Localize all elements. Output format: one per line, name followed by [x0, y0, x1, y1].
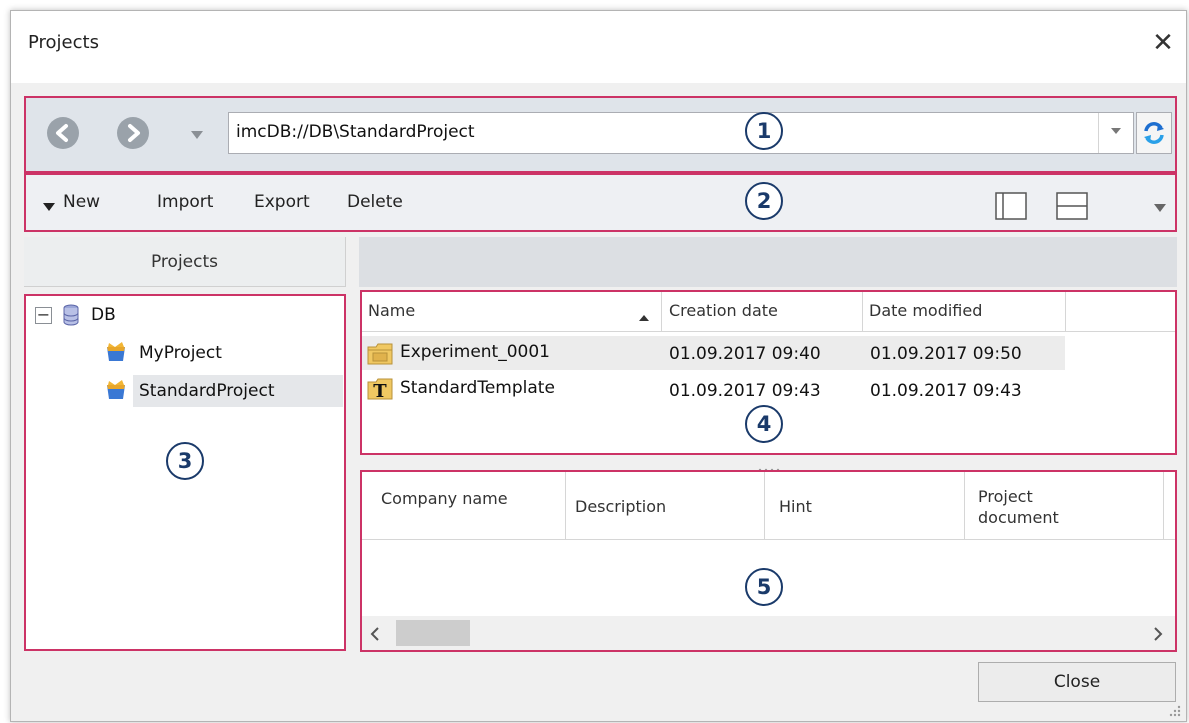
marker-1: 1 — [745, 112, 783, 150]
marker-3: 3 — [166, 442, 204, 480]
collapse-toggle-icon[interactable]: − — [35, 307, 52, 324]
title-bar — [11, 11, 1186, 83]
splitter-grip-icon[interactable] — [757, 458, 783, 472]
row-template-modified[interactable]: 01.09.2017 09:43 — [870, 381, 1022, 401]
row-experiment-created[interactable]: 01.09.2017 09:40 — [669, 344, 821, 364]
template-icon: T — [366, 376, 394, 407]
refresh-button[interactable] — [1136, 112, 1172, 154]
column-separator[interactable] — [565, 472, 566, 540]
experiment-folder-icon — [366, 341, 394, 372]
column-creation-date[interactable]: Creation date — [669, 301, 778, 320]
delete-button[interactable]: Delete — [347, 192, 403, 212]
history-dropdown-icon[interactable] — [189, 126, 205, 146]
toolbar-overflow-icon[interactable] — [1153, 198, 1167, 218]
tree-root-label[interactable]: DB — [91, 305, 116, 325]
database-icon — [61, 304, 81, 331]
project-icon — [104, 340, 128, 367]
layout-horizontal-icon[interactable] — [1056, 192, 1088, 225]
column-separator[interactable] — [1163, 472, 1164, 540]
scrollbar-thumb[interactable] — [396, 620, 470, 646]
column-company-name[interactable]: Company name — [381, 488, 551, 509]
close-button[interactable]: Close — [978, 662, 1176, 702]
list-header-bar — [359, 237, 1177, 287]
scroll-left-icon[interactable] — [370, 626, 380, 646]
tree-item-myproject[interactable]: MyProject — [139, 343, 222, 363]
new-button[interactable]: New — [63, 192, 100, 212]
svg-text:T: T — [373, 381, 387, 402]
row-experiment-modified[interactable]: 01.09.2017 09:50 — [870, 344, 1022, 364]
scroll-right-icon[interactable] — [1153, 626, 1163, 646]
import-button[interactable]: Import — [157, 192, 213, 212]
column-separator[interactable] — [1065, 292, 1066, 332]
column-separator[interactable] — [764, 472, 765, 540]
resize-grip-icon[interactable] — [1166, 702, 1182, 723]
layout-vertical-icon[interactable] — [995, 192, 1027, 225]
column-hint[interactable]: Hint — [779, 497, 812, 516]
refresh-icon — [1144, 122, 1164, 144]
column-separator[interactable] — [862, 292, 863, 332]
marker-4: 4 — [745, 405, 783, 443]
row-template-created[interactable]: 01.09.2017 09:43 — [669, 381, 821, 401]
export-button[interactable]: Export — [254, 192, 310, 212]
back-arrow-icon[interactable] — [47, 117, 79, 149]
row-template-name[interactable]: StandardTemplate — [400, 378, 555, 398]
marker-5: 5 — [745, 568, 783, 606]
close-icon[interactable]: ✕ — [1148, 28, 1178, 58]
forward-arrow-icon[interactable] — [117, 117, 149, 149]
column-date-modified[interactable]: Date modified — [869, 301, 982, 320]
column-separator[interactable] — [964, 472, 965, 540]
horizontal-scrollbar[interactable] — [362, 616, 1175, 650]
row-experiment-name[interactable]: Experiment_0001 — [400, 342, 550, 362]
project-icon — [104, 378, 128, 405]
column-project-document[interactable]: Project document — [978, 486, 1108, 528]
sort-ascending-icon — [638, 307, 650, 327]
address-text[interactable]: imcDB://DB\StandardProject — [236, 122, 475, 142]
tree-header: Projects — [24, 237, 346, 287]
marker-2: 2 — [745, 182, 783, 220]
column-name[interactable]: Name — [368, 301, 415, 320]
tree-item-standardproject[interactable]: StandardProject — [139, 381, 275, 401]
column-separator[interactable] — [661, 292, 662, 332]
column-description[interactable]: Description — [575, 497, 666, 516]
window-title: Projects — [28, 32, 99, 53]
new-dropdown-icon[interactable] — [42, 197, 56, 217]
address-dropdown-icon[interactable] — [1098, 113, 1133, 153]
